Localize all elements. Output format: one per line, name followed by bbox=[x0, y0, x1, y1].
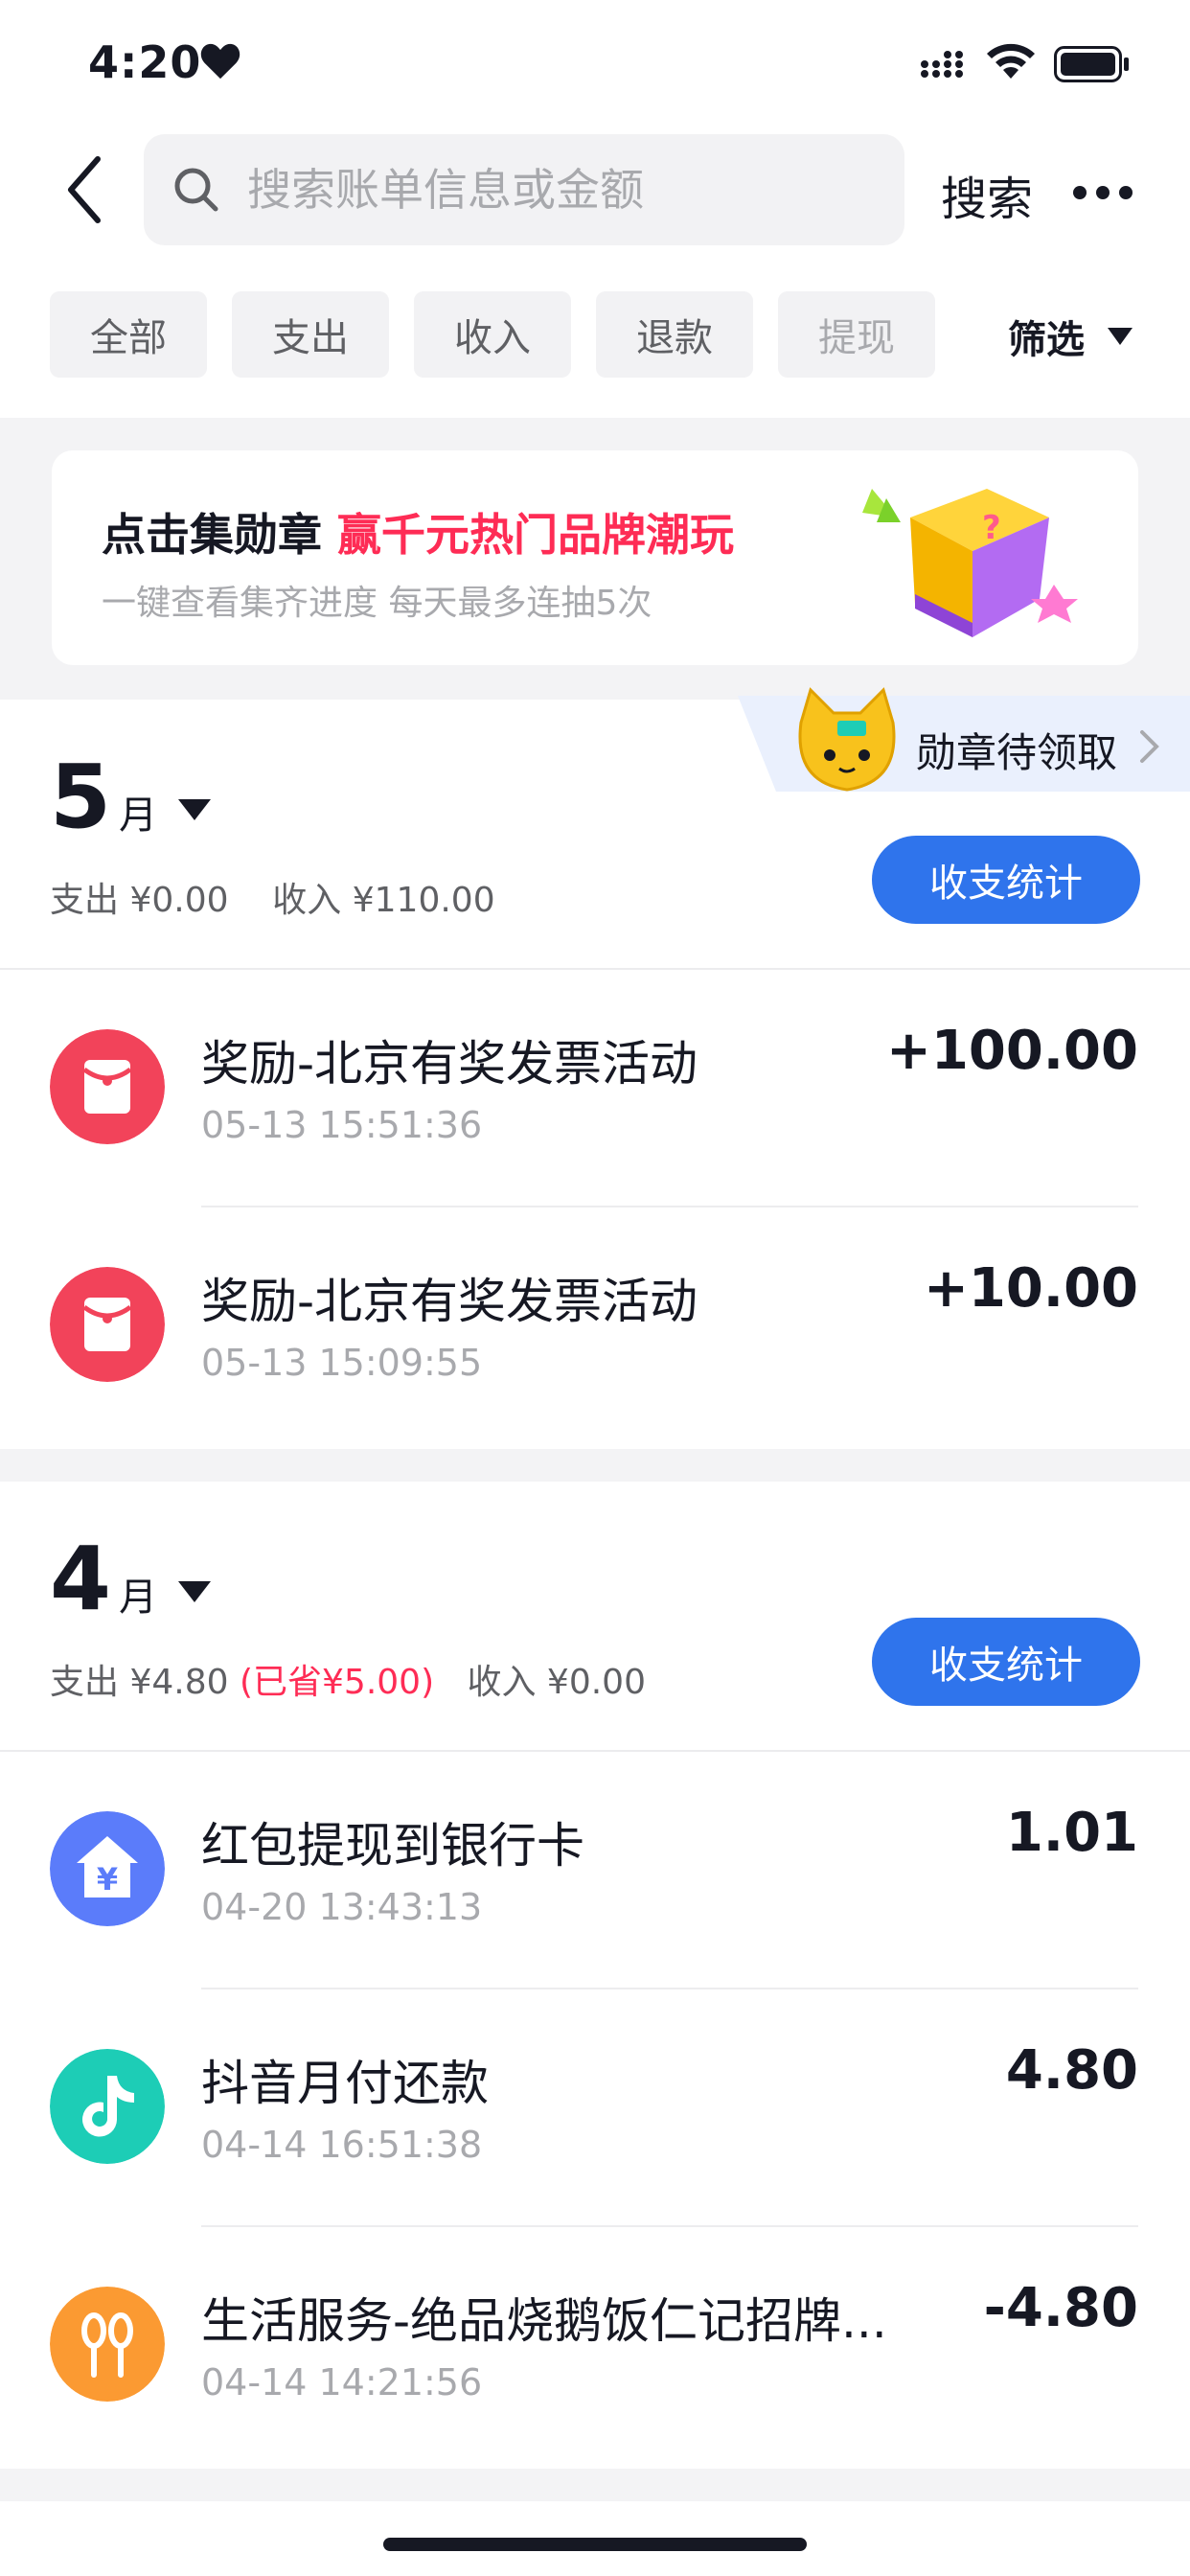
banner-title-highlight: 赢千元热门品牌潮玩 bbox=[337, 509, 735, 561]
tab-all[interactable]: 全部 bbox=[50, 291, 207, 378]
tab-expense[interactable]: 支出 bbox=[232, 291, 389, 378]
fork-knife-icon bbox=[50, 2287, 165, 2402]
transaction-time: 04-14 14:21:56 bbox=[201, 2361, 483, 2404]
svg-text:¥: ¥ bbox=[97, 1861, 118, 1898]
cellular-signal-icon bbox=[921, 51, 963, 78]
search-input[interactable] bbox=[247, 159, 860, 220]
month-caret-icon[interactable] bbox=[178, 799, 211, 820]
status-time: 4:20 bbox=[88, 36, 202, 88]
banner-subtitle: 一键查看集齐进度 每天最多连抽5次 bbox=[102, 584, 652, 623]
tab-withdraw[interactable]: 提现 bbox=[778, 291, 935, 378]
badge-pending-label[interactable]: 勋章待领取 bbox=[916, 721, 1117, 779]
transaction-row[interactable] bbox=[0, 1990, 1190, 2227]
red-envelope-icon bbox=[50, 1267, 165, 1382]
wifi-icon bbox=[987, 43, 1035, 79]
month-summary: 支出 ¥0.00 收入 ¥110.00 bbox=[50, 872, 495, 922]
transaction-amount: +100.00 bbox=[885, 1020, 1138, 1082]
month-number[interactable]: 4 bbox=[50, 1528, 111, 1630]
filter-caret-icon[interactable] bbox=[1108, 328, 1133, 345]
battery-icon bbox=[1054, 46, 1129, 82]
transaction-time: 04-20 13:43:13 bbox=[201, 1886, 483, 1928]
transaction-time: 05-13 15:51:36 bbox=[201, 1104, 483, 1146]
back-arrow-icon[interactable] bbox=[61, 153, 107, 226]
transaction-amount: 1.01 bbox=[1005, 1802, 1138, 1864]
bank-yuan-icon: ¥ bbox=[50, 1811, 165, 1926]
transaction-time: 04-14 16:51:38 bbox=[201, 2124, 483, 2166]
tab-income[interactable]: 收入 bbox=[414, 291, 571, 378]
transaction-title: 抖音月付还款 bbox=[201, 2056, 489, 2111]
search-button[interactable]: 搜索 bbox=[941, 161, 1033, 228]
filter-button[interactable]: 筛选 bbox=[1008, 309, 1085, 364]
stats-button[interactable]: 收支统计 bbox=[872, 836, 1140, 924]
more-options-icon[interactable] bbox=[1073, 186, 1133, 199]
home-indicator[interactable] bbox=[383, 2538, 807, 2551]
svg-text:?: ? bbox=[982, 509, 1001, 547]
summary-income: 收入 ¥0.00 bbox=[467, 1663, 646, 1702]
transaction-amount: +10.00 bbox=[923, 1257, 1138, 1320]
summary-saved: (已省¥5.00) bbox=[239, 1663, 435, 1702]
banner-title-text: 点击集勋章 bbox=[102, 509, 338, 561]
month-suffix[interactable]: 月 bbox=[119, 1566, 157, 1622]
douyin-logo-icon bbox=[50, 2049, 165, 2164]
transaction-title: 奖励-北京有奖发票活动 bbox=[201, 1036, 698, 1092]
month-caret-icon[interactable] bbox=[178, 1581, 211, 1602]
stats-button[interactable]: 收支统计 bbox=[872, 1618, 1140, 1706]
heart-icon bbox=[200, 43, 240, 80]
chevron-right-icon[interactable] bbox=[1138, 728, 1161, 765]
transaction-amount: -4.80 bbox=[983, 2277, 1138, 2339]
transaction-title: 奖励-北京有奖发票活动 bbox=[201, 1274, 698, 1329]
mystery-box-icon: ? bbox=[862, 489, 1078, 637]
transaction-title: 红包提现到银行卡 bbox=[201, 1818, 584, 1874]
red-envelope-icon bbox=[50, 1029, 165, 1144]
transaction-amount: 4.80 bbox=[1005, 2039, 1138, 2102]
section-gap bbox=[0, 1449, 1190, 1482]
summary-expense: 支出 ¥4.80 bbox=[50, 1663, 229, 1702]
banner-title: 点击集勋章 赢千元热门品牌潮玩 bbox=[102, 500, 734, 564]
summary-expense: 支出 ¥0.00 bbox=[50, 881, 229, 920]
transaction-row[interactable] bbox=[0, 1752, 1190, 1990]
cat-mascot-icon bbox=[798, 687, 896, 792]
search-icon bbox=[174, 168, 218, 212]
month-number[interactable]: 5 bbox=[50, 746, 111, 848]
summary-income: 收入 ¥110.00 bbox=[272, 881, 495, 920]
transaction-time: 05-13 15:09:55 bbox=[201, 1342, 483, 1384]
section-gap bbox=[0, 2469, 1190, 2501]
month-summary: 支出 ¥4.80 (已省¥5.00) 收入 ¥0.00 bbox=[50, 1654, 646, 1704]
tab-refund[interactable]: 退款 bbox=[596, 291, 753, 378]
month-suffix[interactable]: 月 bbox=[119, 784, 157, 840]
